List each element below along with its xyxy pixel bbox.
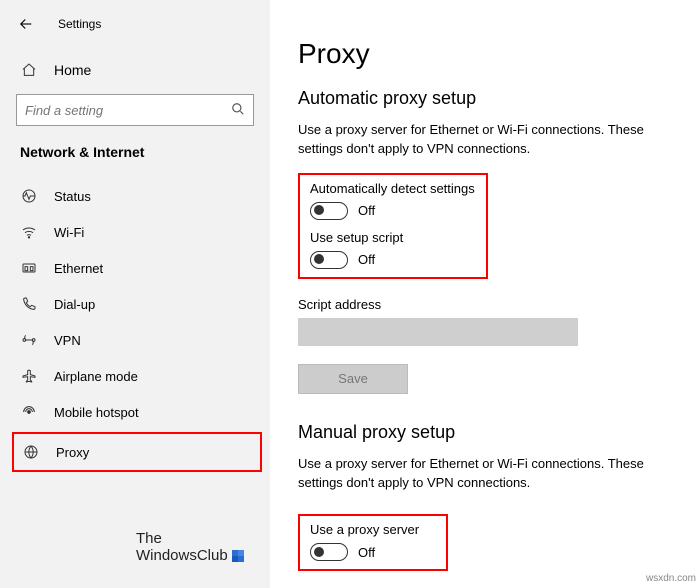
auto-toggle-group: Automatically detect settings Off Use se… [298, 173, 488, 279]
sidebar-item-label: Airplane mode [54, 369, 138, 384]
sidebar-item-label: Status [54, 189, 91, 204]
globe-icon [22, 444, 40, 460]
vpn-icon [20, 332, 38, 348]
auto-help-text: Use a proxy server for Ethernet or Wi-Fi… [298, 121, 678, 159]
script-address-label: Script address [298, 297, 700, 312]
sidebar-item-label: Dial-up [54, 297, 95, 312]
window-title: Settings [58, 17, 101, 31]
wifi-icon [20, 224, 38, 240]
sidebar: Settings Home Network & Internet Status [0, 0, 270, 588]
use-proxy-block: Use a proxy server Off [310, 522, 436, 561]
script-address-block: Script address [298, 297, 700, 346]
sidebar-item-airplane[interactable]: Airplane mode [0, 358, 270, 394]
home-label: Home [54, 62, 91, 78]
manual-toggle-group: Use a proxy server Off [298, 514, 448, 571]
detect-toggle[interactable] [310, 202, 348, 220]
sidebar-item-label: Proxy [56, 445, 89, 460]
sidebar-item-proxy[interactable]: Proxy [12, 432, 262, 472]
use-proxy-toggle[interactable] [310, 543, 348, 561]
content-pane: Proxy Automatic proxy setup Use a proxy … [270, 0, 700, 588]
sidebar-item-hotspot[interactable]: Mobile hotspot [0, 394, 270, 430]
dialup-icon [20, 296, 38, 312]
sidebar-item-label: VPN [54, 333, 81, 348]
back-button[interactable] [12, 10, 40, 38]
sidebar-item-status[interactable]: Status [0, 178, 270, 214]
sidebar-item-ethernet[interactable]: Ethernet [0, 250, 270, 286]
attribution: wsxdn.com [646, 573, 696, 584]
ethernet-icon [20, 260, 38, 276]
home-button[interactable]: Home [0, 54, 270, 86]
search-container [16, 94, 254, 126]
detect-label: Automatically detect settings [310, 181, 476, 196]
home-icon [20, 62, 38, 78]
watermark-line1: The [136, 531, 244, 548]
search-icon [231, 102, 245, 119]
search-box[interactable] [16, 94, 254, 126]
detect-settings-block: Automatically detect settings Off [310, 181, 476, 220]
hotspot-icon [20, 404, 38, 420]
detect-state: Off [358, 203, 375, 218]
watermark: The WindowsClub [136, 531, 244, 564]
page-title: Proxy [298, 38, 700, 70]
category-title: Network & Internet [0, 144, 270, 178]
sidebar-item-wifi[interactable]: Wi-Fi [0, 214, 270, 250]
windows-logo-icon [232, 550, 244, 562]
watermark-line2: WindowsClub [136, 548, 228, 565]
script-block: Use setup script Off [310, 230, 476, 269]
sidebar-item-label: Ethernet [54, 261, 103, 276]
sidebar-item-vpn[interactable]: VPN [0, 322, 270, 358]
window-header: Settings [0, 6, 270, 48]
auto-section-title: Automatic proxy setup [298, 88, 700, 109]
search-input[interactable] [25, 103, 231, 118]
status-icon [20, 188, 38, 204]
use-proxy-label: Use a proxy server [310, 522, 436, 537]
sidebar-item-label: Mobile hotspot [54, 405, 139, 420]
sidebar-item-label: Wi-Fi [54, 225, 84, 240]
use-proxy-state: Off [358, 545, 375, 560]
script-label: Use setup script [310, 230, 476, 245]
nav-list: Status Wi-Fi Ethernet Dial-up VPN Airpla… [0, 178, 270, 474]
script-address-input [298, 318, 578, 346]
manual-help-text: Use a proxy server for Ethernet or Wi-Fi… [298, 455, 678, 493]
manual-section-title: Manual proxy setup [298, 422, 700, 443]
save-button: Save [298, 364, 408, 394]
script-state: Off [358, 252, 375, 267]
script-toggle[interactable] [310, 251, 348, 269]
airplane-icon [20, 368, 38, 384]
sidebar-item-dialup[interactable]: Dial-up [0, 286, 270, 322]
